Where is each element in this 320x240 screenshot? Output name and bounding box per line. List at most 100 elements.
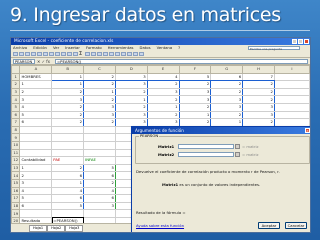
sheet-tab[interactable]: Hoja3: [65, 225, 84, 232]
cell[interactable]: 5: [83, 163, 116, 173]
cell[interactable]: [51, 148, 85, 158]
underline-icon[interactable]: [115, 51, 120, 57]
cell[interactable]: [19, 133, 53, 142]
bold-icon[interactable]: [103, 51, 108, 57]
align-left-icon[interactable]: [121, 51, 126, 57]
cell[interactable]: 4: [19, 186, 53, 196]
column-header[interactable]: I: [273, 65, 310, 74]
cell[interactable]: 2: [210, 80, 244, 89]
cut-icon[interactable]: [49, 51, 54, 57]
chart-icon[interactable]: [91, 51, 96, 57]
sort-icon[interactable]: [85, 51, 90, 57]
cell[interactable]: [273, 110, 310, 120]
cell[interactable]: [83, 209, 116, 218]
cell[interactable]: 3: [146, 87, 180, 97]
cell[interactable]: 1: [83, 87, 116, 97]
cell[interactable]: 3: [242, 102, 275, 112]
cell[interactable]: [19, 125, 53, 135]
cell[interactable]: [273, 80, 310, 89]
cell[interactable]: 1: [51, 178, 85, 188]
cell[interactable]: 2: [51, 163, 85, 173]
row-header[interactable]: 10: [11, 140, 21, 150]
cell[interactable]: 6: [83, 194, 116, 203]
row-header[interactable]: 14: [11, 171, 21, 180]
maximize-icon[interactable]: [298, 39, 303, 44]
cell[interactable]: 5: [178, 72, 212, 82]
cell[interactable]: Contabilidad: [19, 156, 53, 165]
cell[interactable]: 3: [114, 80, 148, 89]
cell[interactable]: 2: [210, 87, 244, 97]
cell[interactable]: 3: [51, 95, 85, 104]
row-header[interactable]: 2: [11, 80, 21, 89]
row-header[interactable]: 13: [11, 163, 21, 173]
cell[interactable]: 6: [83, 171, 116, 180]
cell[interactable]: 3: [83, 201, 116, 211]
cell[interactable]: 2: [210, 110, 244, 120]
undo-icon[interactable]: [67, 51, 72, 57]
cell[interactable]: 2: [146, 110, 180, 120]
cell[interactable]: [51, 140, 85, 150]
cell[interactable]: 5: [19, 194, 53, 203]
cell[interactable]: 3: [210, 95, 244, 104]
cell[interactable]: 1: [178, 110, 212, 120]
row-header[interactable]: 5: [11, 102, 21, 112]
help-search-input[interactable]: Escriba una pregunta: [248, 46, 300, 51]
column-header[interactable]: D: [114, 65, 148, 74]
column-header[interactable]: H: [242, 65, 275, 74]
row-header[interactable]: 3: [11, 87, 21, 97]
cell[interactable]: 3: [114, 72, 148, 82]
dialog-close-icon[interactable]: ×: [305, 128, 310, 133]
cell[interactable]: 3: [178, 95, 212, 104]
cell[interactable]: 1: [19, 80, 53, 89]
sheet-tab[interactable]: Hoja2: [47, 225, 66, 232]
column-header[interactable]: F: [178, 65, 212, 74]
cell[interactable]: [83, 125, 116, 135]
cell[interactable]: 4: [83, 186, 116, 196]
cell[interactable]: [19, 209, 53, 218]
cell[interactable]: 2: [51, 102, 85, 112]
cell[interactable]: 2: [178, 80, 212, 89]
cell[interactable]: 2: [146, 80, 180, 89]
cell[interactable]: 1: [51, 80, 85, 89]
cell[interactable]: 2: [51, 110, 85, 120]
cell[interactable]: 2: [51, 118, 85, 127]
cell[interactable]: [273, 87, 310, 97]
cell[interactable]: 2: [242, 80, 275, 89]
cell[interactable]: 2: [51, 87, 85, 97]
sheet-tab[interactable]: Hoja1: [29, 225, 48, 232]
cancel-button[interactable]: Cancelar: [285, 222, 307, 229]
cell[interactable]: 2: [242, 87, 275, 97]
matriz1-input[interactable]: [178, 143, 234, 149]
ok-button[interactable]: Aceptar: [258, 222, 280, 229]
row-header[interactable]: 16: [11, 186, 21, 196]
cell[interactable]: 1: [51, 72, 85, 82]
row-header[interactable]: 12: [11, 156, 21, 165]
cell[interactable]: 1: [19, 163, 53, 173]
cell[interactable]: [273, 95, 310, 104]
cell[interactable]: [19, 140, 53, 150]
row-header[interactable]: 7: [11, 118, 21, 127]
cell[interactable]: 2: [83, 178, 116, 188]
collapse-dialog-icon[interactable]: [235, 151, 240, 157]
redo-icon[interactable]: [73, 51, 78, 57]
cell[interactable]: 3: [178, 87, 212, 97]
cell[interactable]: 6: [51, 194, 85, 203]
cell[interactable]: 6: [51, 171, 85, 180]
row-header[interactable]: 8: [11, 125, 21, 135]
column-header[interactable]: G: [210, 65, 244, 74]
cell[interactable]: [51, 209, 85, 218]
spelling-icon[interactable]: [43, 51, 48, 57]
cell[interactable]: [83, 133, 116, 142]
open-folder-icon[interactable]: [19, 51, 24, 57]
align-center-icon[interactable]: [127, 51, 132, 57]
row-header[interactable]: 17: [11, 194, 21, 203]
cell[interactable]: HOMBRES: [19, 72, 53, 82]
cell[interactable]: [83, 140, 116, 150]
cell[interactable]: [19, 148, 53, 158]
cell[interactable]: 4: [19, 102, 53, 112]
cell[interactable]: 3: [210, 102, 244, 112]
close-icon[interactable]: [304, 39, 309, 44]
new-file-icon[interactable]: [13, 51, 18, 57]
cell[interactable]: INFAE: [83, 156, 116, 165]
cell[interactable]: 3: [83, 110, 116, 120]
